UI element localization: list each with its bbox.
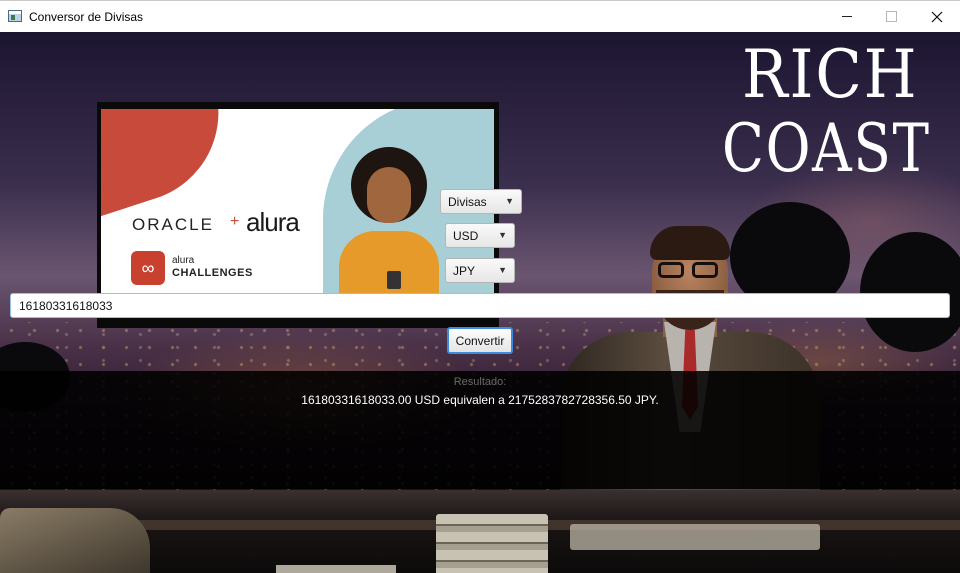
minimize-button[interactable] — [824, 1, 870, 32]
minimize-icon — [842, 16, 852, 17]
logo-coast: COAST — [722, 110, 931, 187]
amount-input[interactable] — [10, 293, 950, 318]
maximize-icon — [885, 11, 897, 22]
challenges-small-text: alura — [172, 255, 195, 266]
maximize-button[interactable] — [868, 1, 914, 32]
desk-tray — [570, 524, 820, 550]
conversion-type-value: Divisas — [448, 195, 487, 209]
result-text: 16180331618033.00 USD equivalen a 217528… — [301, 393, 659, 407]
result-label: Resultado: — [453, 376, 507, 388]
close-button[interactable] — [914, 1, 960, 32]
from-currency-value: USD — [453, 229, 479, 243]
chair — [0, 508, 150, 573]
book-stack — [436, 514, 548, 573]
to-currency-value: JPY — [453, 264, 476, 278]
window-title: Conversor de Divisas — [29, 10, 144, 24]
alura-challenges-icon: ∞ — [131, 251, 165, 285]
to-currency-select[interactable]: JPY ▼ — [445, 258, 515, 283]
desk-paper — [276, 565, 396, 573]
chevron-down-icon: ▼ — [505, 196, 514, 206]
java-window-icon — [8, 10, 22, 22]
convert-button[interactable]: Convertir — [447, 327, 513, 354]
plus-sign: + — [230, 213, 240, 230]
from-currency-select[interactable]: USD ▼ — [445, 223, 515, 248]
alura-logo: alura — [246, 207, 300, 237]
challenges-text: CHALLENGES — [172, 267, 253, 279]
result-panel: Resultado: 16180331618033.00 USD equival… — [0, 371, 960, 489]
logo-rich: RICH — [742, 36, 919, 113]
chevron-down-icon: ▼ — [498, 265, 507, 275]
chevron-down-icon: ▼ — [498, 230, 507, 240]
oracle-logo: ORACLE — [132, 215, 214, 234]
conversion-type-select[interactable]: Divisas ▼ — [440, 189, 522, 214]
close-icon — [931, 11, 943, 22]
title-bar: Conversor de Divisas — [0, 0, 960, 32]
tree-silhouette — [860, 232, 960, 352]
